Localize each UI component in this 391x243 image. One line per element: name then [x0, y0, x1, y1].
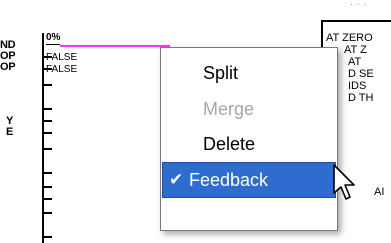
right-panel-line: AT ZERO	[326, 32, 373, 44]
track-tick	[42, 84, 52, 86]
track-tick	[42, 148, 52, 150]
row-label-fragment: E	[6, 126, 14, 138]
menu-item-label: Feedback	[189, 170, 269, 190]
right-panel-line: D SE	[348, 68, 374, 80]
track-tick	[42, 172, 52, 174]
track-tick	[42, 108, 52, 110]
right-panel-header: · · ·	[350, 0, 368, 9]
mouse-pointer-icon	[333, 164, 355, 200]
boolean-value: FALSE	[46, 64, 78, 75]
right-panel-line: AI	[374, 186, 385, 198]
track-tick	[42, 132, 52, 134]
menu-item-label: Delete	[203, 134, 256, 154]
menu-item-label: Split	[203, 63, 239, 83]
track-tick	[42, 120, 52, 122]
right-panel-line: AT	[348, 56, 362, 68]
track-tick	[42, 236, 52, 238]
track-tick	[42, 212, 52, 214]
right-panel-line: D TH	[348, 92, 374, 104]
trend-line	[60, 45, 170, 47]
track-tick	[42, 186, 52, 188]
row-label-fragment: OP	[0, 61, 16, 73]
menu-item-split[interactable]: Split	[161, 56, 337, 90]
menu-item-merge: Merge	[161, 92, 337, 126]
right-panel-line: AT Z	[344, 44, 367, 56]
context-menu: Split Merge Delete ✔ Feedback	[160, 47, 338, 231]
percent-value: 0%	[46, 32, 61, 43]
checkmark-icon: ✔	[169, 170, 184, 189]
boolean-value: FALSE	[46, 52, 78, 63]
right-panel-border	[321, 20, 391, 22]
menu-item-feedback[interactable]: ✔ Feedback	[162, 162, 336, 198]
menu-item-delete[interactable]: Delete	[161, 127, 337, 161]
menu-item-label: Merge	[203, 99, 255, 119]
percent-underline	[46, 44, 60, 45]
right-panel-line: IDS	[348, 80, 367, 92]
track-tick	[42, 198, 52, 200]
hmi-canvas: ND OP OP Y E 0% FALSE FALSE · · · AT ZER…	[0, 0, 391, 243]
